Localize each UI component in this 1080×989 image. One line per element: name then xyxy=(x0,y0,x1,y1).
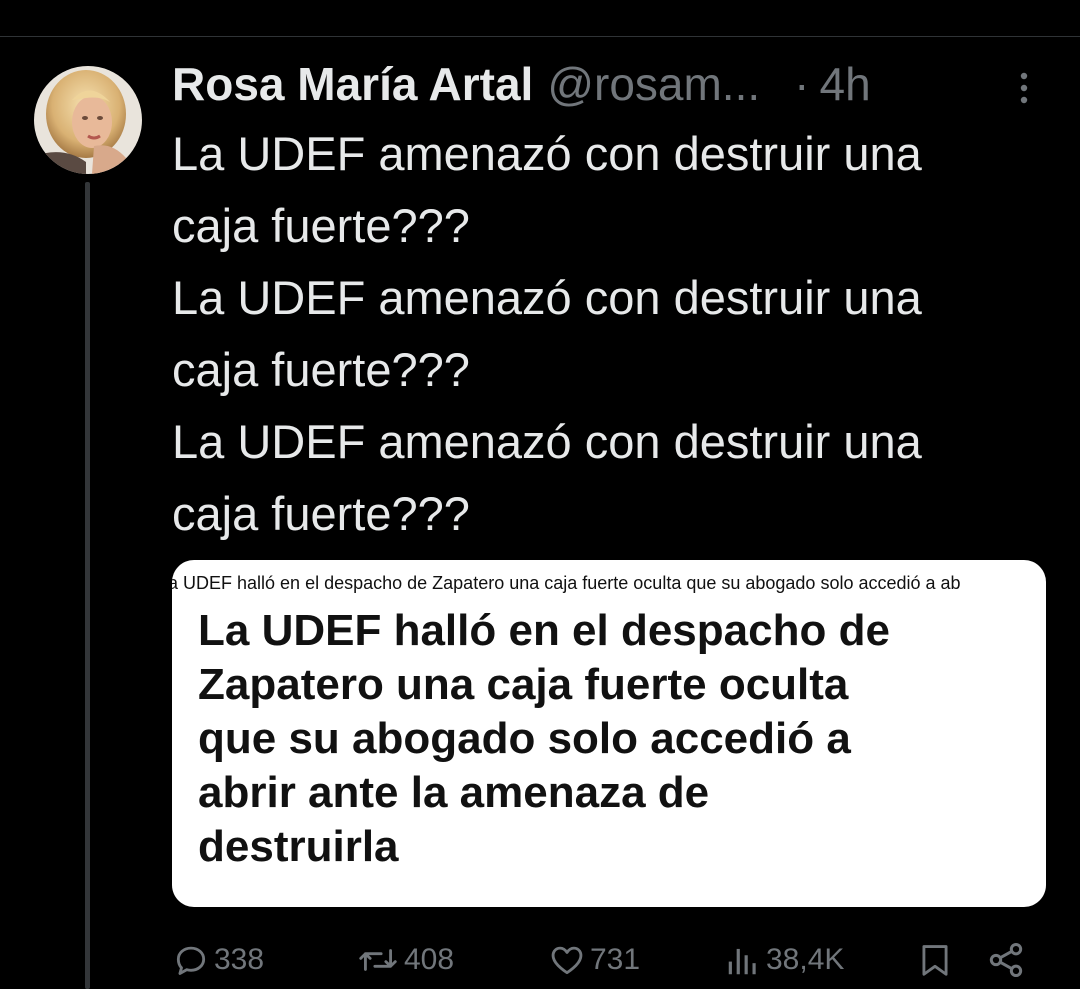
tweet-header: Rosa María Artal @rosam... · 4h xyxy=(172,54,1052,114)
views-count: 38,4K xyxy=(766,943,845,976)
dot-separator: · xyxy=(794,58,810,110)
headline-line: que su abogado solo accedió a xyxy=(198,714,851,763)
heart-icon xyxy=(551,946,583,975)
share-icon xyxy=(989,943,1023,977)
tweet-text-line: La UDEF amenazó con destruir una xyxy=(172,127,922,180)
reply-icon xyxy=(176,946,206,975)
tweet-text-line: caja fuerte??? xyxy=(172,487,470,540)
avatar[interactable] xyxy=(34,66,142,174)
share-button[interactable] xyxy=(986,935,1030,985)
retweet-count: 408 xyxy=(404,943,455,976)
like-count: 731 xyxy=(590,943,641,976)
retweet-icon xyxy=(359,949,397,971)
like-button[interactable]: 731 xyxy=(548,935,640,985)
thread-connector-line xyxy=(85,182,90,989)
media-headline: La UDEF halló en el despacho de Zapatero… xyxy=(198,604,1028,874)
media-attachment[interactable]: a UDEF halló en el despacho de Zapatero … xyxy=(172,560,1046,907)
action-bar: 338 408 731 38,4K xyxy=(172,935,1052,985)
timestamp[interactable]: 4h xyxy=(819,57,870,111)
tweet-text-line: La UDEF amenazó con destruir una xyxy=(172,271,922,324)
bookmark-icon xyxy=(922,945,948,976)
headline-line: abrir ante la amenaza de xyxy=(198,768,710,817)
headline-line: La UDEF halló en el despacho de xyxy=(198,606,890,655)
author-name[interactable]: Rosa María Artal xyxy=(172,57,533,111)
tweet-text-line: La UDEF amenazó con destruir una xyxy=(172,415,922,468)
headline-line: destruirla xyxy=(198,822,399,871)
tweet-text: La UDEF amenazó con destruir una caja fu… xyxy=(172,118,1062,550)
headline-line: Zapatero una caja fuerte oculta xyxy=(198,660,849,709)
reply-button[interactable]: 338 xyxy=(172,935,264,985)
top-divider xyxy=(0,36,1080,37)
media-caption: a UDEF halló en el despacho de Zapatero … xyxy=(172,573,961,593)
retweet-button[interactable]: 408 xyxy=(356,935,454,985)
tweet-text-line: caja fuerte??? xyxy=(172,343,470,396)
author-handle[interactable]: @rosam... xyxy=(547,57,760,111)
bookmark-button[interactable] xyxy=(916,935,958,985)
views-button[interactable]: 38,4K xyxy=(724,935,844,985)
views-icon xyxy=(728,948,756,975)
tweet-text-line: caja fuerte??? xyxy=(172,199,470,252)
more-vertical-icon[interactable] xyxy=(1016,70,1032,106)
reply-count: 338 xyxy=(214,943,265,976)
